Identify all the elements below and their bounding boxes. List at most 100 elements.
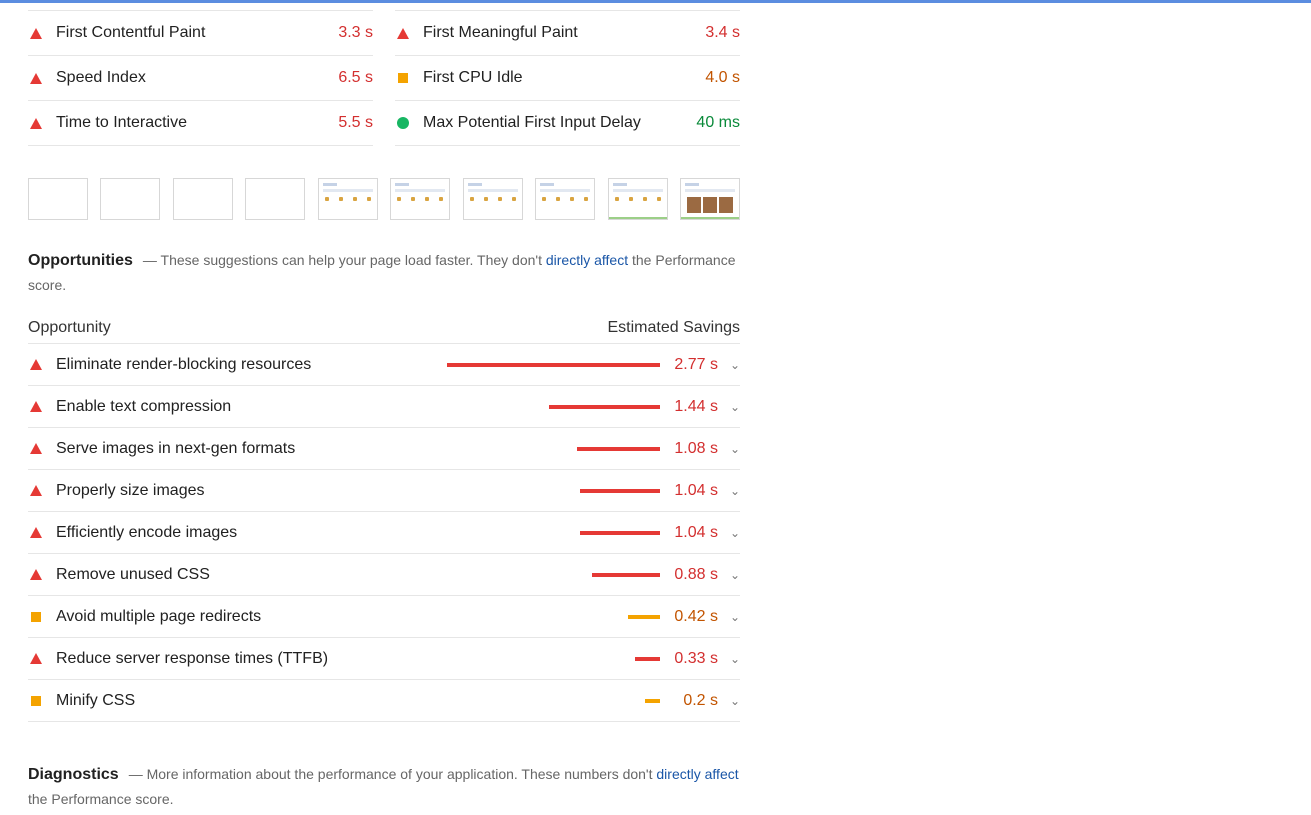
pass-circle-icon	[395, 117, 411, 129]
performance-report: First Contentful Paint 3.3 s First Meaning…	[28, 10, 741, 812]
chevron-down-icon[interactable]: ⌄	[718, 652, 740, 666]
opportunity-savings: 1.04 s	[674, 481, 718, 499]
chevron-down-icon[interactable]: ⌄	[718, 694, 740, 708]
opportunity-label: Properly size images	[56, 481, 205, 499]
metric-row: Max Potential First Input Delay 40 ms	[395, 100, 740, 146]
savings-bar	[577, 446, 660, 451]
opportunity-row[interactable]: Efficiently encode images 1.04 s ⌄	[28, 512, 740, 554]
diagnostics-desc-before: More information about the performance o…	[146, 766, 657, 782]
opportunities-table-header: Opportunity Estimated Savings	[28, 312, 740, 344]
fail-triangle-icon	[28, 569, 44, 580]
opportunity-label: Reduce server response times (TTFB)	[56, 649, 329, 667]
savings-bar-track	[445, 362, 660, 367]
metric-value: 3.4 s	[705, 24, 740, 41]
opportunity-label: Enable text compression	[56, 397, 232, 415]
opportunities-title: Opportunities	[28, 252, 133, 269]
top-accent-bar	[0, 0, 1311, 3]
opportunity-label: Eliminate render-blocking resources	[56, 355, 312, 373]
opportunity-row[interactable]: Remove unused CSS 0.88 s ⌄	[28, 554, 740, 596]
opportunity-row[interactable]: Properly size images 1.04 s ⌄	[28, 470, 740, 512]
col-estimated-savings: Estimated Savings	[607, 318, 740, 336]
filmstrip-frame	[245, 178, 306, 220]
savings-bar-track	[445, 530, 660, 535]
savings-bar-track	[445, 446, 660, 451]
filmstrip-frame	[317, 178, 378, 220]
metric-label: First Contentful Paint	[56, 24, 206, 41]
diagnostics-desc-after: the Performance score.	[28, 791, 174, 807]
fail-triangle-icon	[28, 653, 44, 664]
metric-row: First Meaningful Paint 3.4 s	[395, 10, 740, 55]
opportunity-row[interactable]: Eliminate render-blocking resources 2.77 …	[28, 344, 740, 386]
savings-bar-track	[445, 404, 660, 409]
metric-row: Speed Index 6.5 s	[28, 55, 373, 100]
fail-triangle-icon	[28, 443, 44, 454]
opportunities-desc-before: These suggestions can help your page loa…	[160, 252, 546, 268]
chevron-down-icon[interactable]: ⌄	[718, 568, 740, 582]
savings-bar-track	[445, 488, 660, 493]
savings-bar	[592, 572, 660, 577]
diagnostics-directly-affect-link[interactable]: directly affect	[656, 766, 738, 782]
opportunity-row[interactable]: Avoid multiple page redirects 0.42 s ⌄	[28, 596, 740, 638]
metric-label: First CPU Idle	[423, 69, 523, 86]
dash: —	[142, 252, 161, 268]
opportunity-savings: 1.44 s	[674, 397, 718, 415]
col-opportunity: Opportunity	[28, 318, 111, 336]
filmstrip-frame	[100, 178, 161, 220]
metric-row: Time to Interactive 5.5 s	[28, 100, 373, 146]
savings-bar	[580, 488, 660, 493]
filmstrip-frame	[680, 178, 741, 220]
opportunity-savings: 0.2 s	[683, 691, 718, 709]
fail-triangle-icon	[28, 485, 44, 496]
opportunity-savings: 0.33 s	[674, 649, 718, 667]
fail-triangle-icon	[28, 117, 44, 129]
filmstrip-frame	[535, 178, 596, 220]
opportunity-label: Avoid multiple page redirects	[56, 607, 262, 625]
metric-label: First Meaningful Paint	[423, 24, 578, 41]
dash: —	[128, 766, 147, 782]
fail-triangle-icon	[28, 72, 44, 84]
directly-affect-link[interactable]: directly affect	[546, 252, 628, 268]
savings-bar-track	[445, 698, 660, 703]
opportunity-row[interactable]: Minify CSS 0.2 s ⌄	[28, 680, 740, 722]
filmstrip-frame	[390, 178, 451, 220]
savings-bar	[645, 698, 660, 703]
opportunity-row[interactable]: Serve images in next-gen formats 1.08 s ⌄	[28, 428, 740, 470]
savings-bar-track	[445, 656, 660, 661]
savings-bar-track	[445, 614, 660, 619]
chevron-down-icon[interactable]: ⌄	[718, 358, 740, 372]
opportunity-savings: 0.42 s	[674, 607, 718, 625]
savings-bar	[549, 404, 660, 409]
opportunity-savings: 0.88 s	[674, 565, 718, 583]
opportunity-label: Minify CSS	[56, 691, 136, 709]
fail-triangle-icon	[395, 27, 411, 39]
average-square-icon	[28, 695, 44, 706]
diagnostics-title: Diagnostics	[28, 766, 119, 783]
metric-label: Speed Index	[56, 69, 146, 86]
opportunity-label: Remove unused CSS	[56, 565, 210, 583]
filmstrip	[28, 178, 741, 220]
chevron-down-icon[interactable]: ⌄	[718, 400, 740, 414]
metric-value: 5.5 s	[338, 114, 373, 131]
chevron-down-icon[interactable]: ⌄	[718, 442, 740, 456]
opportunity-label: Serve images in next-gen formats	[56, 439, 296, 457]
metric-row: First Contentful Paint 3.3 s	[28, 10, 373, 55]
savings-bar	[628, 614, 660, 619]
filmstrip-frame	[172, 178, 233, 220]
fail-triangle-icon	[28, 527, 44, 538]
metric-value: 3.3 s	[338, 24, 373, 41]
chevron-down-icon[interactable]: ⌄	[718, 484, 740, 498]
chevron-down-icon[interactable]: ⌄	[718, 610, 740, 624]
fail-triangle-icon	[28, 27, 44, 39]
metric-value: 40 ms	[696, 114, 740, 131]
chevron-down-icon[interactable]: ⌄	[718, 526, 740, 540]
metric-label: Time to Interactive	[56, 114, 188, 131]
metrics-grid: First Contentful Paint 3.3 s First Meaning…	[28, 10, 740, 146]
average-square-icon	[28, 611, 44, 622]
opportunity-row[interactable]: Enable text compression 1.44 s ⌄	[28, 386, 740, 428]
average-square-icon	[395, 73, 411, 83]
opportunities-list: Eliminate render-blocking resources 2.77 …	[28, 344, 740, 722]
fail-triangle-icon	[28, 401, 44, 412]
opportunity-row[interactable]: Reduce server response times (TTFB) 0.33 …	[28, 638, 740, 680]
metric-value: 4.0 s	[705, 69, 740, 86]
opportunity-savings: 1.04 s	[674, 523, 718, 541]
